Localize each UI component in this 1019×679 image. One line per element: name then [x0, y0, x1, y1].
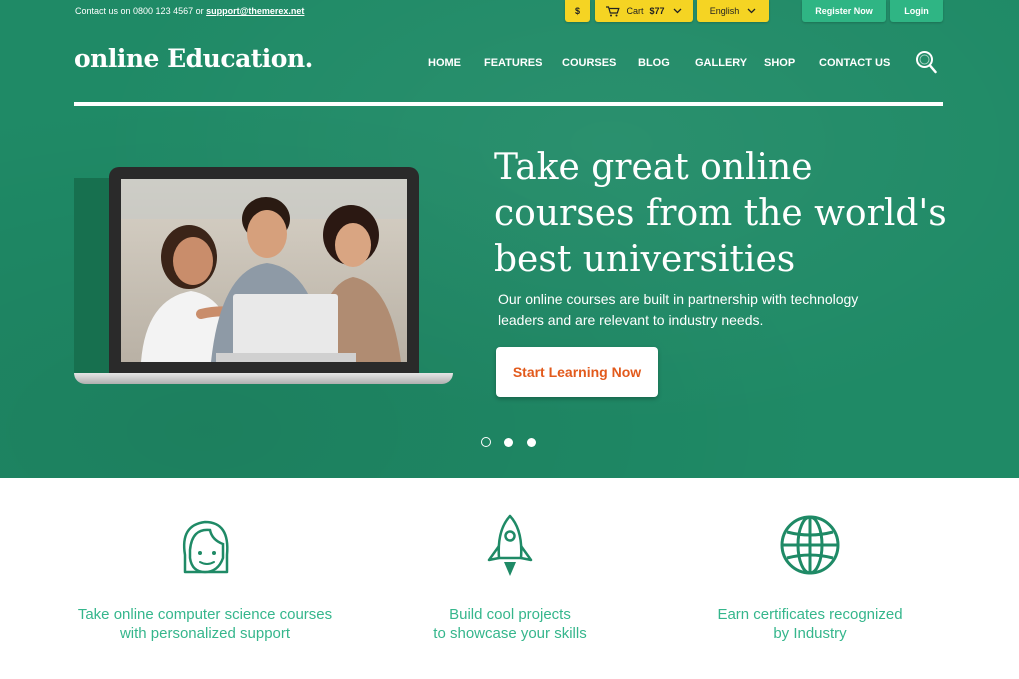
- slider-dot-3[interactable]: [527, 438, 536, 447]
- register-button[interactable]: Register Now: [802, 0, 886, 22]
- start-learning-button[interactable]: Start Learning Now: [496, 347, 658, 397]
- slider-dot-1[interactable]: [481, 437, 491, 447]
- chevron-down-icon: [673, 8, 681, 14]
- feature-projects: Build cool projects to showcase your ski…: [360, 510, 660, 643]
- nav-divider: [74, 102, 943, 106]
- contact-text: Contact us on 0800 123 4567 or: [75, 6, 204, 16]
- laptop-base: [74, 373, 453, 384]
- globe-icon: [780, 515, 840, 575]
- nav-features[interactable]: FEATURES: [484, 57, 542, 69]
- feature-certificates: Earn certificates recognized by Industry: [660, 510, 960, 643]
- currency-button[interactable]: $: [565, 0, 590, 22]
- person-icon: [182, 520, 229, 574]
- hero-subtext: Our online courses are built in partners…: [498, 291, 859, 328]
- language-label: English: [709, 6, 740, 16]
- hero-headline: Take great online courses from the world…: [494, 147, 947, 280]
- feature-line-2: with personalized support: [119, 625, 291, 642]
- feature-line-1: Take online computer science courses: [77, 606, 333, 623]
- feature-text: Earn certificates recognized by Industry: [660, 605, 960, 643]
- currency-label: $: [574, 6, 580, 16]
- login-label: Login: [904, 6, 929, 16]
- search-icon[interactable]: [915, 50, 937, 74]
- feature-text: Build cool projects to showcase your ski…: [360, 605, 660, 643]
- nav-shop[interactable]: SHOP: [764, 57, 795, 69]
- feature-line-1: Build cool projects: [449, 606, 571, 623]
- support-email-link[interactable]: support@themerex.net: [206, 6, 304, 16]
- feature-support: Take online computer science courses wit…: [55, 510, 355, 643]
- feature-line-2: by Industry: [773, 625, 847, 642]
- nav-blog[interactable]: BLOG: [638, 57, 670, 69]
- register-label: Register Now: [815, 6, 873, 16]
- students-illustration: [121, 179, 407, 362]
- nav-courses[interactable]: COURSES: [562, 57, 616, 69]
- language-select[interactable]: English: [697, 0, 769, 22]
- rocket-icon: [487, 514, 533, 576]
- nav-contact-us[interactable]: CONTACT US: [819, 57, 890, 69]
- feature-line-1: Earn certificates recognized: [717, 606, 903, 623]
- login-button[interactable]: Login: [890, 0, 943, 22]
- hero-section: Contact us on 0800 123 4567 or support@t…: [0, 0, 1019, 478]
- nav-home[interactable]: HOME: [428, 57, 461, 69]
- laptop-image: [109, 167, 419, 375]
- slider-dot-2[interactable]: [504, 438, 513, 447]
- cart-total: $77: [649, 6, 665, 16]
- feature-line-2: to showcase your skills: [433, 625, 587, 642]
- site-logo[interactable]: online Education.: [74, 44, 313, 73]
- cta-label: Start Learning Now: [512, 364, 642, 380]
- cart-label: Cart: [626, 6, 644, 16]
- cart-icon: [606, 5, 621, 16]
- chevron-down-icon: [747, 8, 756, 14]
- students-photo: [121, 179, 407, 362]
- nav-gallery[interactable]: GALLERY: [695, 57, 747, 69]
- contact-info: Contact us on 0800 123 4567 or support@t…: [75, 6, 304, 16]
- cart-button[interactable]: Cart $77: [595, 0, 693, 22]
- feature-text: Take online computer science courses wit…: [55, 605, 355, 643]
